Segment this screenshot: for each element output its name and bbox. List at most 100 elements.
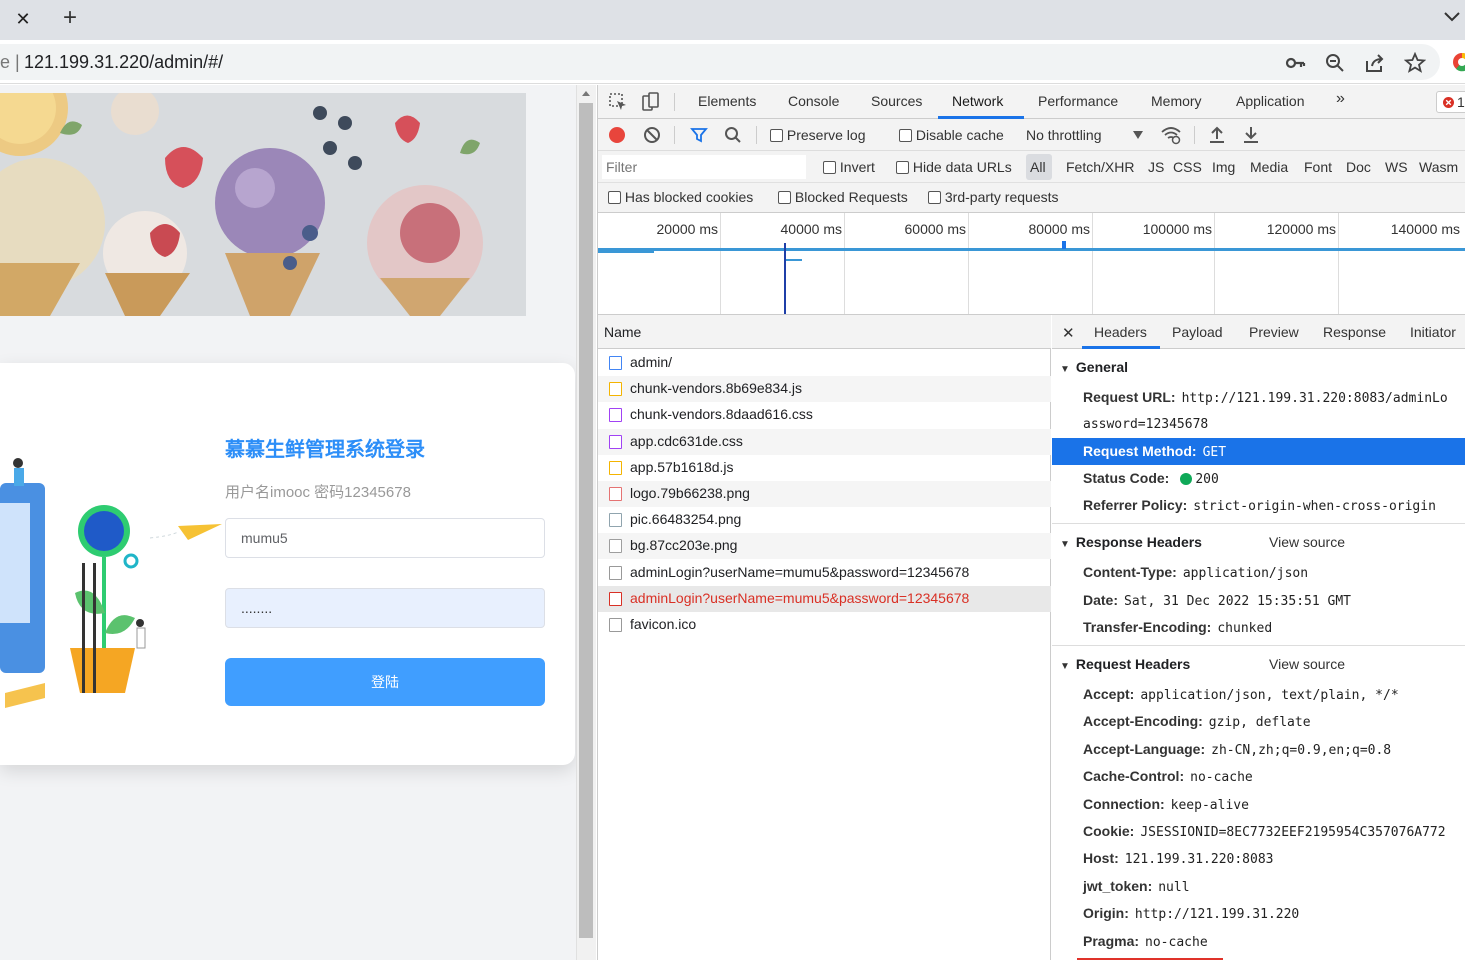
preserve-log-checkbox[interactable]: Preserve log <box>770 127 865 143</box>
request-row[interactable]: app.cdc631de.css <box>598 428 1051 455</box>
tab-elements[interactable]: Elements <box>698 93 756 109</box>
timeline-gridline <box>720 213 721 314</box>
omnibox[interactable]: e | 121.199.31.220/admin/#/ <box>0 44 1440 80</box>
request-headers-section-header[interactable]: ▼ Request Headers <box>1060 656 1190 672</box>
timeline-bar <box>598 251 654 253</box>
general-title: General <box>1075 359 1129 375</box>
dropdown-triangle-icon[interactable] <box>1133 131 1143 139</box>
img-file-icon <box>609 539 622 554</box>
login-button[interactable]: 登陆 <box>225 658 545 706</box>
disable-cache-checkbox[interactable]: Disable cache <box>899 127 1004 143</box>
timeline-bar <box>786 259 802 261</box>
error-counter[interactable]: 1 <box>1436 91 1465 113</box>
type-filter-fetch-xhr[interactable]: Fetch/XHR <box>1066 159 1134 175</box>
password-input[interactable] <box>225 588 545 628</box>
general-section-header[interactable]: ▼ General <box>1060 359 1128 375</box>
has-blocked-cookies-checkbox[interactable]: Has blocked cookies <box>608 189 753 205</box>
export-har-icon[interactable] <box>1242 125 1260 145</box>
network-conditions-icon[interactable] <box>1160 125 1182 145</box>
chrome-profile-icon[interactable] <box>1452 52 1465 72</box>
page-scrollbar-thumb[interactable] <box>579 103 593 938</box>
response-headers-section-header[interactable]: ▼ Response Headers <box>1060 534 1202 550</box>
referrer-policy-value: strict-origin-when-cross-origin <box>1193 499 1436 514</box>
page-scrollbar[interactable] <box>576 85 596 960</box>
star-icon[interactable] <box>1404 52 1426 74</box>
tab-payload[interactable]: Payload <box>1172 324 1223 340</box>
zoom-icon[interactable] <box>1324 52 1346 74</box>
tab-initiator[interactable]: Initiator <box>1410 324 1456 340</box>
new-tab-icon[interactable]: + <box>56 4 84 32</box>
close-tab-icon[interactable]: ✕ <box>10 6 36 32</box>
tab-preview[interactable]: Preview <box>1249 324 1299 340</box>
request-row[interactable]: favicon.ico <box>598 612 1051 638</box>
header-row: Transfer-Encoding: chunked <box>1083 619 1272 636</box>
record-icon[interactable] <box>608 126 626 144</box>
hide-data-urls-checkbox[interactable]: Hide data URLs <box>896 159 1012 175</box>
inspect-element-icon[interactable] <box>608 92 628 112</box>
close-detail-icon[interactable]: ✕ <box>1062 324 1075 342</box>
more-tabs-icon[interactable]: » <box>1336 90 1345 108</box>
type-filter-font[interactable]: Font <box>1304 159 1332 175</box>
request-name: chunk-vendors.8daad616.css <box>630 406 813 423</box>
network-overview-timeline[interactable]: 20000 ms 40000 ms 60000 ms 80000 ms 1000… <box>598 213 1465 315</box>
type-filter-media[interactable]: Media <box>1250 159 1288 175</box>
header-row: Host: 121.199.31.220:8083 <box>1083 850 1274 867</box>
request-row[interactable]: chunk-vendors.8b69e834.js <box>598 376 1051 403</box>
devtools-panel: Elements Console Sources Network Perform… <box>597 85 1465 960</box>
request-row[interactable]: logo.79b66238.png <box>598 481 1051 507</box>
tab-performance[interactable]: Performance <box>1038 93 1118 109</box>
request-row[interactable]: bg.87cc203e.png <box>598 533 1051 560</box>
type-filter-img[interactable]: Img <box>1212 159 1235 175</box>
type-filter-doc[interactable]: Doc <box>1346 159 1371 175</box>
filter-icon[interactable] <box>690 126 708 144</box>
tab-memory[interactable]: Memory <box>1151 93 1202 109</box>
filter-input[interactable] <box>602 155 806 179</box>
request-row[interactable]: admin/ <box>598 350 1051 376</box>
header-key: jwt_token: <box>1083 877 1153 894</box>
type-filter-all[interactable]: All <box>1030 159 1046 175</box>
key-icon[interactable] <box>1284 52 1306 74</box>
request-row[interactable]: adminLogin?userName=mumu5&password=12345… <box>598 585 1051 612</box>
header-value: null <box>1158 879 1190 895</box>
username-input[interactable] <box>225 518 545 558</box>
tab-sources[interactable]: Sources <box>871 93 922 109</box>
type-filter-wasm[interactable]: Wasm <box>1419 159 1458 175</box>
header-row: Cookie: JSESSIONID=8EC7732EEF2195954C3570… <box>1083 823 1446 840</box>
timeline-marker <box>784 243 786 314</box>
device-toolbar-icon[interactable] <box>640 92 660 112</box>
tab-network[interactable]: Network <box>952 93 1003 109</box>
chevron-down-icon[interactable] <box>1440 4 1464 28</box>
request-row[interactable]: app.57b1618d.js <box>598 455 1051 481</box>
header-row: Pragma: no-cache <box>1083 933 1208 950</box>
type-filter-css[interactable]: CSS <box>1173 159 1202 175</box>
tab-headers[interactable]: Headers <box>1094 324 1147 340</box>
throttling-select[interactable]: No throttling <box>1026 127 1101 143</box>
scroll-up-icon[interactable] <box>581 89 591 97</box>
login-card: 慕慕生鲜管理系统登录 用户名imooc 密码12345678 登陆 <box>0 363 575 765</box>
tab-application[interactable]: Application <box>1236 93 1305 109</box>
status-code-value: 200 <box>1195 472 1219 487</box>
tab-response[interactable]: Response <box>1323 324 1386 340</box>
share-icon[interactable] <box>1364 52 1386 74</box>
request-row[interactable]: chunk-vendors.8daad616.css <box>598 402 1051 428</box>
request-view-source-link[interactable]: View source <box>1269 656 1345 672</box>
header-row: Origin: http://121.199.31.220 <box>1083 905 1299 922</box>
invert-checkbox[interactable]: Invert <box>823 159 875 175</box>
type-filter-js[interactable]: JS <box>1148 159 1164 175</box>
search-icon[interactable] <box>724 126 742 144</box>
url-text[interactable]: 121.199.31.220/admin/#/ <box>24 52 223 73</box>
tab-console[interactable]: Console <box>788 93 839 109</box>
name-column-header[interactable]: Name <box>604 324 641 340</box>
error-icon <box>1443 97 1454 108</box>
type-filter-ws[interactable]: WS <box>1385 159 1408 175</box>
response-view-source-link[interactable]: View source <box>1269 534 1345 550</box>
invert-label: Invert <box>839 159 875 175</box>
detail-tab-bar: ✕ Headers Payload Preview Response Initi… <box>1052 315 1465 349</box>
third-party-requests-checkbox[interactable]: 3rd-party requests <box>928 189 1059 205</box>
blocked-requests-checkbox[interactable]: Blocked Requests <box>778 189 908 205</box>
clear-icon[interactable] <box>643 126 661 144</box>
timeline-bar <box>1062 241 1066 249</box>
request-row[interactable]: adminLogin?userName=mumu5&password=12345… <box>598 560 1051 586</box>
request-row[interactable]: pic.66483254.png <box>598 507 1051 533</box>
import-har-icon[interactable] <box>1208 125 1226 145</box>
